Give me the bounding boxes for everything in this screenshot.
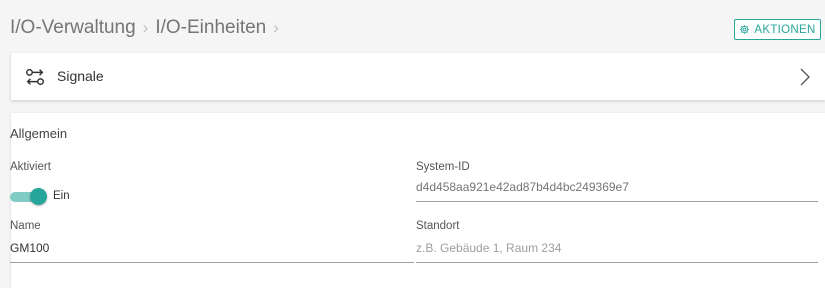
- signals-card[interactable]: Signale: [11, 53, 825, 100]
- general-card: Allgemein Aktiviert Ein System-ID d4d458…: [10, 113, 825, 288]
- location-label: Standort: [416, 220, 460, 232]
- chevron-right-icon[interactable]: [799, 67, 811, 87]
- breadcrumb: I/O-Verwaltung › I/O-Einheiten ›: [10, 17, 286, 39]
- activated-state-text: Ein: [53, 190, 70, 202]
- breadcrumb-separator: ›: [142, 18, 149, 37]
- activated-toggle[interactable]: [10, 188, 50, 205]
- location-input[interactable]: z.B. Gebäude 1, Raum 234: [416, 241, 561, 255]
- system-id-label: System-ID: [416, 161, 470, 173]
- signals-label: Signale: [57, 68, 104, 84]
- breadcrumb-io-units[interactable]: I/O-Einheiten: [155, 17, 266, 39]
- toggle-knob: [30, 188, 47, 205]
- activated-label: Aktiviert: [10, 161, 51, 173]
- section-title-general: Allgemein: [10, 126, 68, 141]
- system-id-value: d4d458aa921e42ad87b4d4bc249369e7: [416, 180, 629, 194]
- location-underline: [416, 262, 818, 263]
- page-header: I/O-Verwaltung › I/O-Einheiten › AKTIONE…: [0, 0, 825, 52]
- actions-button-label: AKTIONEN: [754, 23, 816, 36]
- breadcrumb-separator: ›: [273, 18, 279, 37]
- breadcrumb-io-management[interactable]: I/O-Verwaltung: [10, 17, 136, 39]
- actions-button[interactable]: AKTIONEN: [734, 19, 821, 40]
- signal-exchange-icon: [26, 68, 44, 86]
- name-underline: [10, 262, 414, 263]
- name-label: Name: [10, 220, 41, 232]
- system-id-underline: [416, 201, 818, 202]
- gear-icon: [740, 25, 750, 34]
- name-input[interactable]: GM100: [10, 241, 49, 255]
